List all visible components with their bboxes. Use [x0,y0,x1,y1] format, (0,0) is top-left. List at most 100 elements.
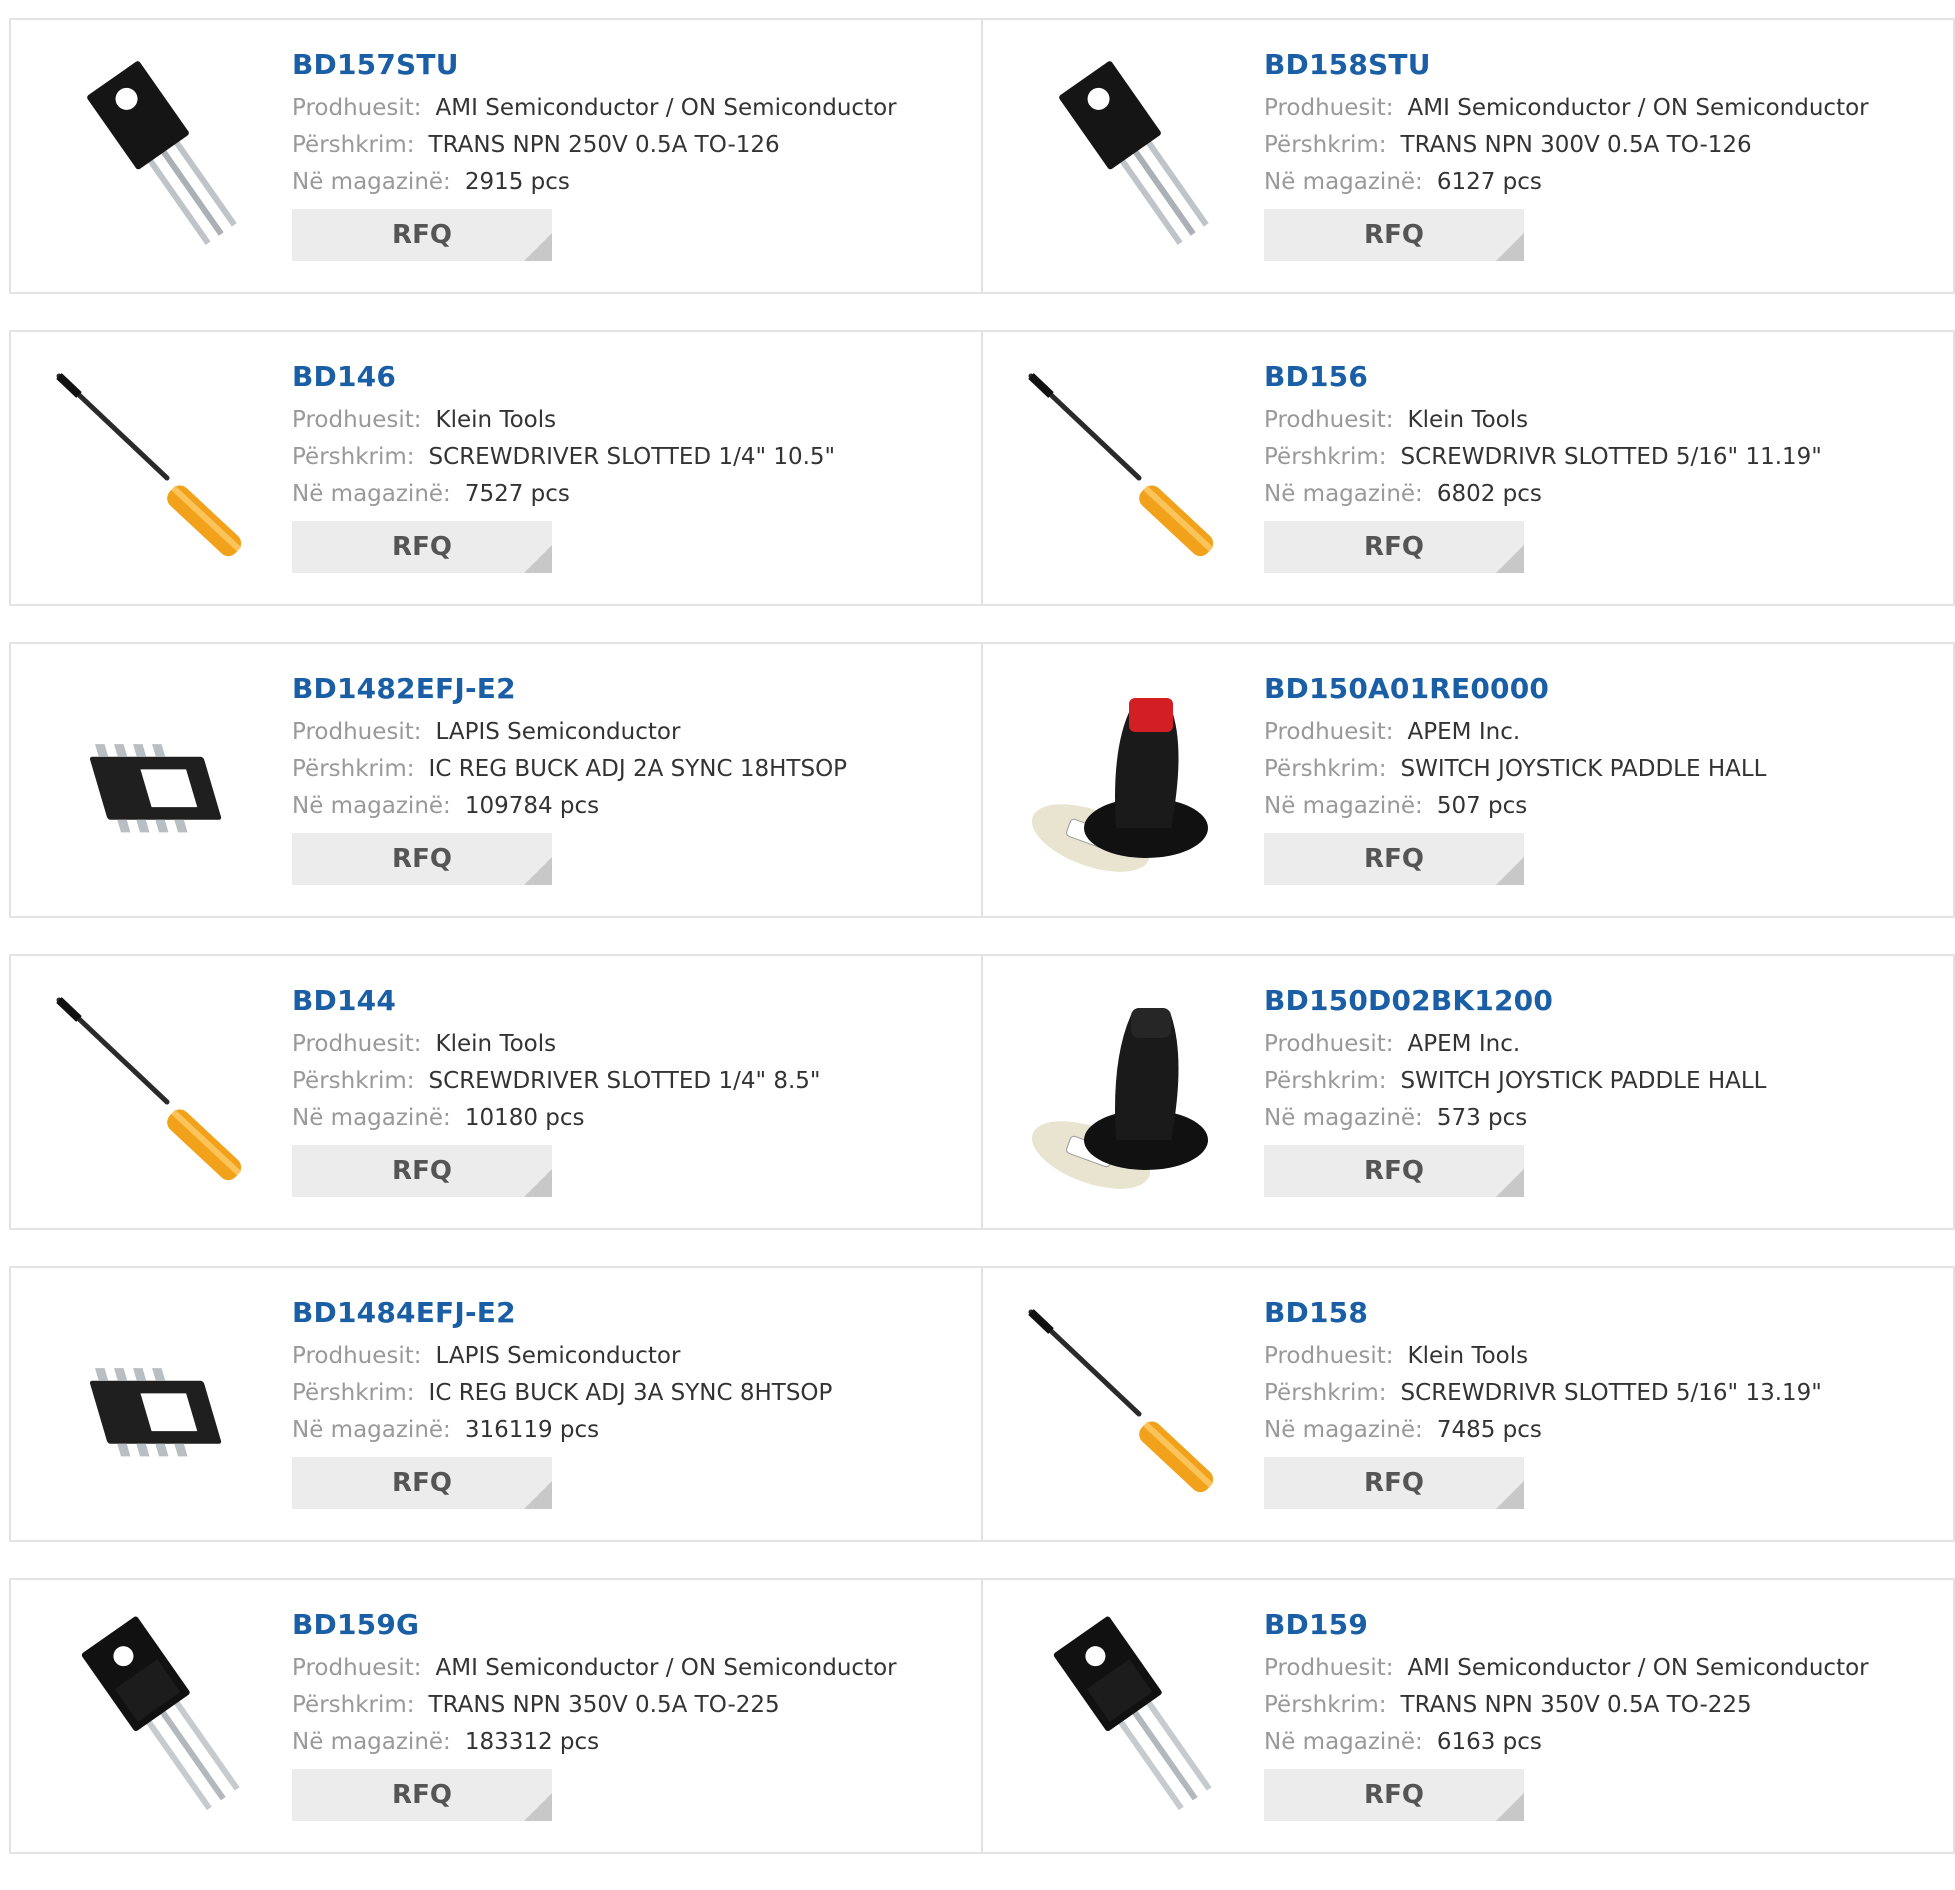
corner-triangle-icon [1496,545,1524,573]
rfq-button[interactable]: RFQ [1264,833,1524,885]
ic-chip-icon[interactable] [49,678,259,888]
rfq-button[interactable]: RFQ [292,833,552,885]
description-line: Përshkrim: SWITCH JOYSTICK PADDLE HALL [1264,751,1766,788]
stock-value: 10180 pcs [464,1105,585,1131]
manufacturer-value: Klein Tools [1407,1343,1529,1369]
screwdriver-icon[interactable] [1021,1302,1231,1512]
rfq-label: RFQ [392,844,452,874]
description-label: Përshkrim: [292,444,415,470]
part-number-link[interactable]: BD159 [1264,1608,1869,1642]
product-row: BD157STU Prodhuesit: AMI Semiconductor / … [9,18,1955,294]
stock-label: Në magazinë: [1264,1729,1423,1755]
manufacturer-value: APEM Inc. [1407,1031,1521,1057]
rfq-button[interactable]: RFQ [292,521,552,573]
product-card: BD1482EFJ-E2 Prodhuesit: LAPIS Semiconduc… [9,642,983,918]
stock-line: Në magazinë: 6127 pcs [1264,164,1869,201]
stock-label: Në magazinë: [292,169,451,195]
manufacturer-label: Prodhuesit: [1264,1343,1394,1369]
product-info: BD156 Prodhuesit: Klein Tools Përshkrim: S… [1264,360,1822,573]
product-info: BD1484EFJ-E2 Prodhuesit: LAPIS Semiconduc… [292,1296,832,1509]
part-number-link[interactable]: BD156 [1264,360,1822,394]
rfq-button[interactable]: RFQ [1264,1769,1524,1821]
description-line: Përshkrim: TRANS NPN 350V 0.5A TO-225 [1264,1687,1869,1724]
transistor-to126-icon[interactable] [49,54,259,264]
screwdriver-icon[interactable] [49,990,259,1200]
transistor-to225-icon[interactable] [1021,1614,1231,1824]
rfq-button[interactable]: RFQ [1264,1145,1524,1197]
product-info: BD150D02BK1200 Prodhuesit: APEM Inc. Përs… [1264,984,1766,1197]
manufacturer-label: Prodhuesit: [1264,719,1394,745]
rfq-button[interactable]: RFQ [292,209,552,261]
stock-line: Në magazinë: 6802 pcs [1264,476,1822,513]
joystick-black-icon[interactable] [1021,990,1231,1200]
product-info: BD159G Prodhuesit: AMI Semiconductor / ON… [292,1608,897,1821]
stock-value: 183312 pcs [464,1729,600,1755]
corner-triangle-icon [1496,1481,1524,1509]
rfq-button[interactable]: RFQ [1264,521,1524,573]
rfq-label: RFQ [1364,532,1424,562]
manufacturer-line: Prodhuesit: AMI Semiconductor / ON Semico… [292,1650,897,1687]
corner-triangle-icon [1496,857,1524,885]
transistor-to225-icon[interactable] [49,1614,259,1824]
description-line: Përshkrim: SCREWDRIVR SLOTTED 5/16" 11.19… [1264,439,1822,476]
manufacturer-label: Prodhuesit: [292,1655,422,1681]
part-number-link[interactable]: BD157STU [292,48,897,82]
manufacturer-label: Prodhuesit: [1264,1655,1394,1681]
rfq-button[interactable]: RFQ [1264,1457,1524,1509]
description-label: Përshkrim: [1264,1692,1387,1718]
corner-triangle-icon [524,545,552,573]
part-number-link[interactable]: BD158STU [1264,48,1869,82]
manufacturer-label: Prodhuesit: [292,1343,422,1369]
corner-triangle-icon [524,233,552,261]
corner-triangle-icon [524,857,552,885]
rfq-label: RFQ [392,1780,452,1810]
description-value: IC REG BUCK ADJ 2A SYNC 18HTSOP [428,756,848,782]
product-row: BD159G Prodhuesit: AMI Semiconductor / ON… [9,1578,1955,1854]
product-card: BD157STU Prodhuesit: AMI Semiconductor / … [9,18,983,294]
product-card: BD158 Prodhuesit: Klein Tools Përshkrim: S… [981,1266,1955,1542]
description-value: SCREWDRIVR SLOTTED 5/16" 13.19" [1400,1380,1822,1406]
rfq-button[interactable]: RFQ [292,1769,552,1821]
rfq-button[interactable]: RFQ [292,1457,552,1509]
corner-triangle-icon [1496,1793,1524,1821]
rfq-button[interactable]: RFQ [292,1145,552,1197]
part-number-link[interactable]: BD150D02BK1200 [1264,984,1766,1018]
manufacturer-value: Klein Tools [435,1031,557,1057]
part-number-link[interactable]: BD159G [292,1608,897,1642]
rfq-button[interactable]: RFQ [1264,209,1524,261]
part-number-link[interactable]: BD1484EFJ-E2 [292,1296,832,1330]
manufacturer-value: LAPIS Semiconductor [435,719,681,745]
part-number-link[interactable]: BD144 [292,984,821,1018]
stock-label: Në magazinë: [1264,793,1423,819]
stock-line: Në magazinë: 6163 pcs [1264,1724,1869,1761]
description-value: SWITCH JOYSTICK PADDLE HALL [1400,1068,1767,1094]
product-card: BD144 Prodhuesit: Klein Tools Përshkrim: S… [9,954,983,1230]
corner-triangle-icon [1496,1169,1524,1197]
description-value: SCREWDRIVR SLOTTED 5/16" 11.19" [1400,444,1822,470]
part-number-link[interactable]: BD158 [1264,1296,1822,1330]
product-info: BD144 Prodhuesit: Klein Tools Përshkrim: S… [292,984,821,1197]
transistor-to126-icon[interactable] [1021,54,1231,264]
stock-line: Në magazinë: 507 pcs [1264,788,1766,825]
rfq-label: RFQ [1364,1780,1424,1810]
product-row: BD1484EFJ-E2 Prodhuesit: LAPIS Semiconduc… [9,1266,1955,1542]
description-label: Përshkrim: [292,1380,415,1406]
ic-chip-icon[interactable] [49,1302,259,1512]
manufacturer-value: LAPIS Semiconductor [435,1343,681,1369]
product-card: BD159 Prodhuesit: AMI Semiconductor / ON … [981,1578,1955,1854]
stock-label: Në magazinë: [292,1729,451,1755]
joystick-red-icon[interactable] [1021,678,1231,888]
screwdriver-icon[interactable] [1021,366,1231,576]
manufacturer-value: Klein Tools [435,407,557,433]
screwdriver-icon[interactable] [49,366,259,576]
product-grid: BD157STU Prodhuesit: AMI Semiconductor / … [9,18,1955,1890]
product-info: BD158 Prodhuesit: Klein Tools Përshkrim: S… [1264,1296,1822,1509]
description-label: Përshkrim: [292,132,415,158]
stock-label: Në magazinë: [1264,169,1423,195]
stock-label: Në magazinë: [292,481,451,507]
part-number-link[interactable]: BD146 [292,360,835,394]
part-number-link[interactable]: BD150A01RE0000 [1264,672,1766,706]
part-number-link[interactable]: BD1482EFJ-E2 [292,672,847,706]
product-card: BD156 Prodhuesit: Klein Tools Përshkrim: S… [981,330,1955,606]
rfq-label: RFQ [392,1156,452,1186]
